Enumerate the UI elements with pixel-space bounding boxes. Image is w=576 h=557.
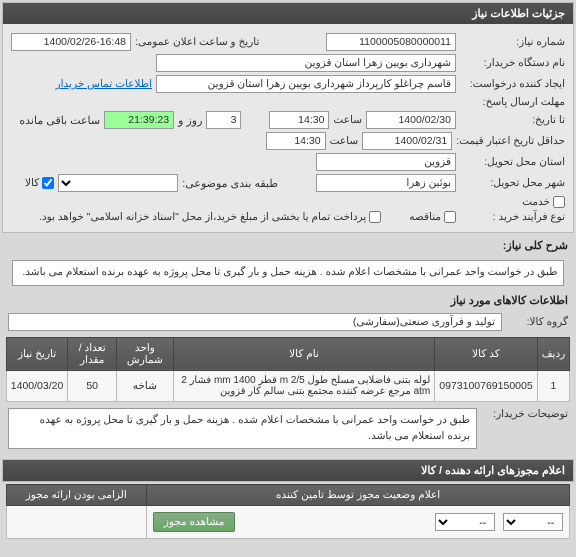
goods-info-title: اطلاعات کالاهای مورد نیاز xyxy=(0,290,576,311)
label-buyer-desc: توضیحات خریدار: xyxy=(483,408,568,420)
goods-table: ردیفکد کالانام کالاواحد شمارشتعداد / مقد… xyxy=(6,337,570,402)
license-panel-header: اعلام مجوزهای ارائه دهنده / کالا xyxy=(3,460,573,481)
label-announce: تاریخ و ساعت اعلان عمومی: xyxy=(135,36,259,48)
label-to-date: تا تاریخ: xyxy=(460,114,565,126)
label-hour2: ساعت xyxy=(330,135,359,147)
field-city: بوئین زهرا xyxy=(316,174,456,192)
field-price-valid-date: 1400/02/31 xyxy=(362,132,452,150)
label-creator: ایجاد کننده درخواست: xyxy=(460,78,565,90)
cell: 1400/03/20 xyxy=(6,370,68,401)
th: تاریخ نیاز xyxy=(6,337,68,370)
field-announce: 16:48 - 1400/02/26 xyxy=(11,33,131,51)
cell: لوله بتنی فاضلابی مسلح طول 2/5 m قطر 140… xyxy=(173,370,435,401)
field-buyer-org: شهرداری بویین زهرا استان قزوین xyxy=(156,54,456,72)
field-creator: قاسم چراغلو کارپرداز شهرداری بویین زهرا … xyxy=(156,75,456,93)
field-reply-date: 1400/02/30 xyxy=(366,111,456,129)
label-subject: طبقه بندی موضوعی: xyxy=(182,177,278,190)
overall-desc-box: طبق در خواست واحد عمرانی با مشخصات اعلام… xyxy=(12,260,565,286)
label-process-type: نوع فرآیند خرید : xyxy=(460,211,565,223)
cb-partial-wrap[interactable]: پرداخت تمام یا بخشی از مبلغ خرید،از محل … xyxy=(39,211,381,223)
label-reply-deadline: مهلت ارسال پاسخ: xyxy=(460,96,565,108)
label-price-valid: حداقل تاریخ اعتبار قیمت: xyxy=(456,135,565,147)
table-row: 10973100769150005لوله بتنی فاضلابی مسلح … xyxy=(6,370,569,401)
goods-table-head-row: ردیفکد کالانام کالاواحد شمارشتعداد / مقد… xyxy=(6,337,569,370)
view-license-button[interactable]: مشاهده مجوز xyxy=(153,512,236,532)
label-city: شهر محل تحویل: xyxy=(460,177,565,189)
th: واحد شمارش xyxy=(117,337,174,370)
label-day: روز و xyxy=(178,114,202,127)
select-status-2[interactable]: -- xyxy=(435,513,495,531)
details-panel: جزئیات اطلاعات نیاز شماره نیاز: 11000050… xyxy=(2,2,574,233)
cb-demand-wrap[interactable]: مناقصه xyxy=(409,211,456,223)
cell: 50 xyxy=(68,370,117,401)
field-price-valid-time: 14:30 xyxy=(266,132,326,150)
field-days: 3 xyxy=(206,111,241,129)
th: نام کالا xyxy=(173,337,435,370)
cb-service[interactable] xyxy=(553,196,565,208)
cb-demand-label: مناقصه xyxy=(409,211,441,223)
contact-info-link[interactable]: اطلاعات تماس خریدار xyxy=(56,78,152,90)
cb-demand[interactable] xyxy=(444,211,456,223)
th: کد کالا xyxy=(435,337,537,370)
cb-service-label: خدمت xyxy=(522,196,550,208)
th-mandatory: الزامی بودن ارائه مجوز xyxy=(6,485,146,506)
label-need-no: شماره نیاز: xyxy=(460,36,565,48)
buyer-desc-box: طبق در خواست واحد عمرانی با مشخصات اعلام… xyxy=(8,408,477,450)
cb-goods-wrap[interactable]: کالا xyxy=(25,177,54,189)
license-row: -- -- مشاهده مجوز xyxy=(6,506,569,539)
field-need-no: 1100005080000011 xyxy=(326,33,456,51)
form-area: شماره نیاز: 1100005080000011 تاریخ و ساع… xyxy=(3,24,573,232)
field-countdown: 21:39:23 xyxy=(104,111,174,129)
cb-goods-label: کالا xyxy=(25,177,39,189)
th-status: اعلام وضعیت مجوز توسط تامین کننده xyxy=(146,485,569,506)
cb-service-wrap[interactable]: خدمت xyxy=(522,196,565,208)
cell: شاخه xyxy=(117,370,174,401)
cell: 0973100769150005 xyxy=(435,370,537,401)
label-hour1: ساعت xyxy=(333,114,362,126)
select-subject[interactable] xyxy=(58,174,178,192)
field-reply-time: 14:30 xyxy=(269,111,329,129)
th: ردیف xyxy=(537,337,570,370)
label-province: استان محل تحویل: xyxy=(460,156,565,168)
field-province: قزوین xyxy=(316,153,456,171)
cb-partial[interactable] xyxy=(369,211,381,223)
select-status-1[interactable]: -- xyxy=(503,513,563,531)
label-remaining: ساعت باقی مانده xyxy=(19,114,100,127)
overall-desc-title: شرح کلی نیاز: xyxy=(0,235,576,256)
label-buyer-org: نام دستگاه خریدار: xyxy=(460,57,565,69)
cell: 1 xyxy=(537,370,570,401)
mandatory-cell xyxy=(6,506,146,539)
goods-table-body: 10973100769150005لوله بتنی فاضلابی مسلح … xyxy=(6,370,569,401)
label-goods-group: گروه کالا: xyxy=(508,316,568,328)
cb-partial-label: پرداخت تمام یا بخشی از مبلغ خرید،از محل … xyxy=(39,211,366,223)
license-table: اعلام وضعیت مجوز توسط تامین کننده الزامی… xyxy=(6,484,570,539)
field-goods-group: تولید و فرآوری صنعتی(سفارشی) xyxy=(8,313,502,331)
cb-goods[interactable] xyxy=(42,177,54,189)
th: تعداد / مقدار xyxy=(68,337,117,370)
details-panel-header: جزئیات اطلاعات نیاز xyxy=(3,3,573,24)
